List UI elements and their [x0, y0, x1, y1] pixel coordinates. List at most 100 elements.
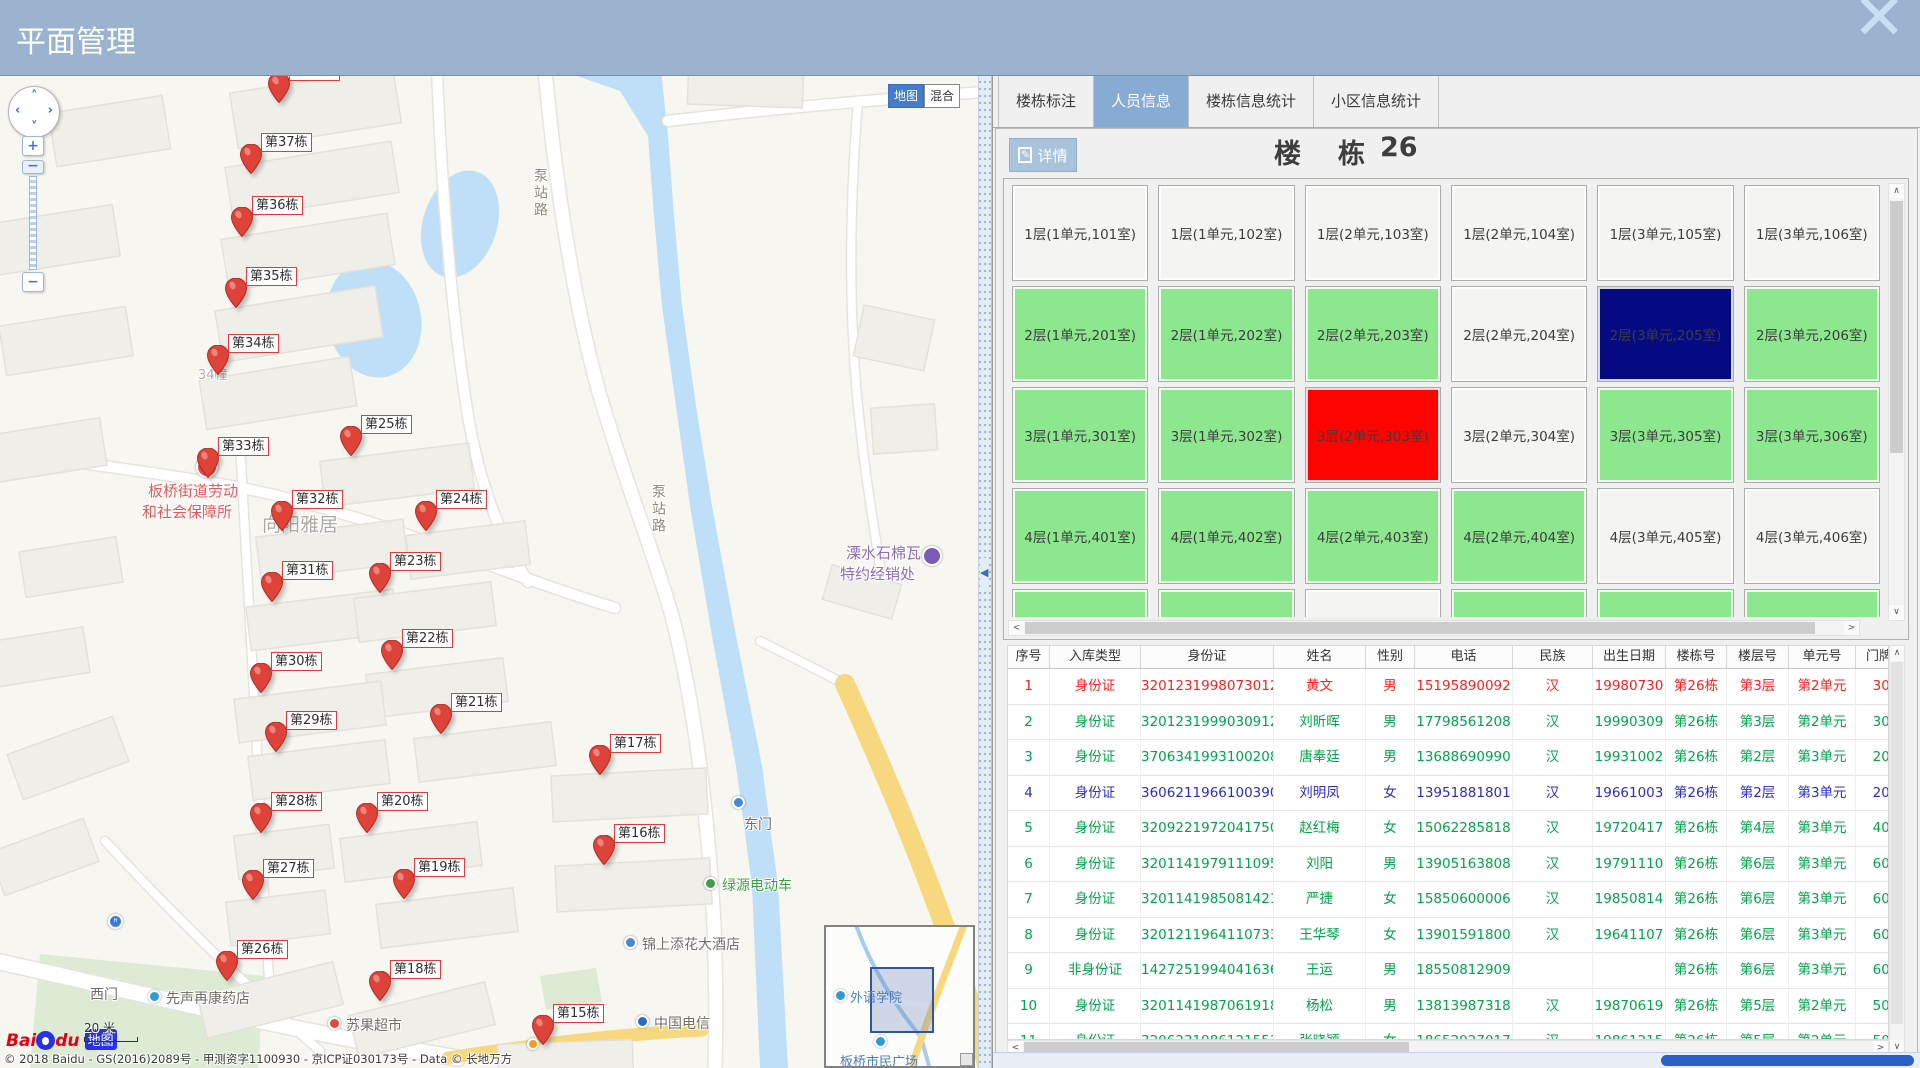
room-cell-5-1[interactable] — [1012, 589, 1148, 617]
room-cell-2-4[interactable]: 2层(2单元,204室) — [1451, 286, 1587, 382]
window-hscroll-thumb[interactable] — [1661, 1055, 1914, 1066]
room-cell-1-2[interactable]: 1层(1单元,102室) — [1158, 185, 1294, 281]
room-cell-4-4[interactable]: 4层(2单元,404室) — [1451, 488, 1587, 584]
building-pin-icon[interactable] — [216, 951, 238, 981]
room-grid-hscroll-thumb[interactable] — [1025, 622, 1815, 634]
close-icon[interactable]: ✕ — [1852, 0, 1906, 50]
building-pin-label[interactable]: 第23栋 — [390, 552, 441, 571]
room-cell-5-3[interactable] — [1305, 589, 1441, 617]
building-pin-label[interactable]: 第33栋 — [218, 437, 269, 456]
building-pin-label[interactable]: 第20栋 — [377, 792, 428, 811]
window-hscrollbar[interactable] — [993, 1052, 1920, 1068]
building-pin-label[interactable]: 第26栋 — [237, 940, 288, 959]
table-row-10[interactable]: 10身份证32011419870619181X杨松男13813987318汉19… — [1008, 989, 1889, 1025]
building-pin-label[interactable]: 第15栋 — [553, 1004, 604, 1023]
tab-2[interactable]: 楼栋信息统计 — [1189, 76, 1314, 127]
room-cell-1-6[interactable]: 1层(3单元,106室) — [1744, 185, 1880, 281]
room-cell-4-3[interactable]: 4层(2单元,403室) — [1305, 488, 1441, 584]
building-pin-icon[interactable] — [261, 572, 283, 602]
building-pin-icon[interactable] — [430, 704, 452, 734]
building-pin-icon[interactable] — [589, 745, 611, 775]
room-cell-2-6[interactable]: 2层(3单元,206室) — [1744, 286, 1880, 382]
building-pin-label[interactable]: 第34栋 — [228, 334, 279, 353]
building-pin-label[interactable]: 第17栋 — [610, 734, 661, 753]
building-pin-icon[interactable] — [381, 640, 403, 670]
minimap-toggle-button[interactable] — [960, 1053, 973, 1066]
building-pin-icon[interactable] — [207, 345, 229, 375]
building-pin-icon[interactable] — [197, 448, 219, 478]
table-row-4[interactable]: 4身份证360621196610039046刘明凤女13951881801汉19… — [1008, 776, 1889, 812]
building-pin-icon[interactable] — [225, 278, 247, 308]
building-pin-icon[interactable] — [356, 803, 378, 833]
building-pin-label[interactable]: 第36栋 — [252, 196, 303, 215]
building-pin-label[interactable]: 第16栋 — [614, 824, 665, 843]
room-cell-3-5[interactable]: 3层(3单元,305室) — [1597, 387, 1733, 483]
tab-0[interactable]: 楼栋标注 — [998, 76, 1094, 127]
room-cell-2-3[interactable]: 2层(2单元,203室) — [1305, 286, 1441, 382]
room-cell-3-4[interactable]: 3层(2单元,304室) — [1451, 387, 1587, 483]
building-pin-icon[interactable] — [250, 663, 272, 693]
building-pin-icon[interactable] — [242, 870, 264, 900]
room-cell-3-2[interactable]: 3层(1单元,302室) — [1158, 387, 1294, 483]
map-canvas[interactable]: ★板桥街道劳动和社会保障所向阳雅居溧水石棉瓦特约经销处泵站路泵站路东门绿源电动车… — [0, 76, 978, 1068]
building-pin-label[interactable]: 第21栋 — [451, 693, 502, 712]
table-row-5[interactable]: 5身份证320922197204175026赵红梅女15062285818汉19… — [1008, 811, 1889, 847]
pan-down-icon[interactable]: ˅ — [31, 120, 38, 135]
building-pin-label[interactable]: 第25栋 — [361, 415, 412, 434]
building-pin-label[interactable]: 第24栋 — [436, 490, 487, 509]
map-pan-control[interactable]: ˄ ˅ ‹ › — [8, 86, 60, 138]
table-row-11[interactable]: 11身份证320623198612155328张晓颖女18652927017汉1… — [1008, 1024, 1889, 1039]
room-cell-4-6[interactable]: 4层(3单元,406室) — [1744, 488, 1880, 584]
detail-button[interactable]: ✎ 详情 — [1009, 138, 1077, 172]
collapse-panel-icon[interactable]: ◀ — [980, 558, 988, 587]
minimap[interactable]: 外语学院板桥市民广场 — [824, 925, 975, 1068]
building-pin-icon[interactable] — [593, 835, 615, 865]
table-row-2[interactable]: 2身份证320123199903091210刘昕晖男17798561208汉19… — [1008, 705, 1889, 741]
scroll-up-icon[interactable]: ∧ — [1890, 646, 1904, 661]
room-grid-vscroll-thumb[interactable] — [1890, 201, 1903, 453]
building-pin-icon[interactable] — [250, 803, 272, 833]
pan-left-icon[interactable]: ‹ — [15, 103, 20, 118]
building-pin-icon[interactable] — [532, 1015, 554, 1045]
building-pin-label[interactable]: 第31栋 — [282, 561, 333, 580]
table-row-7[interactable]: 7身份证320114198508142128严捷女15850600006汉198… — [1008, 882, 1889, 918]
table-row-3[interactable]: 3身份证370634199310020818唐奉廷男13688690990汉19… — [1008, 740, 1889, 776]
scroll-down-icon[interactable]: ∨ — [1889, 605, 1904, 620]
building-pin-label[interactable]: 第29栋 — [286, 711, 337, 730]
table-row-9[interactable]: 9非身份证142725199404163615王运男18550812909第26… — [1008, 953, 1889, 989]
tab-3[interactable]: 小区信息统计 — [1314, 76, 1439, 127]
room-cell-5-2[interactable] — [1158, 589, 1294, 617]
building-pin-label[interactable]: 第22栋 — [402, 629, 453, 648]
table-row-1[interactable]: 1身份证320123199807301214黄文男15195890092汉199… — [1008, 669, 1889, 705]
building-pin-icon[interactable] — [265, 722, 287, 752]
room-cell-5-6[interactable] — [1744, 589, 1880, 617]
room-cell-4-1[interactable]: 4层(1单元,401室) — [1012, 488, 1148, 584]
building-pin-label[interactable]: 第35栋 — [246, 267, 297, 286]
pan-right-icon[interactable]: › — [48, 103, 53, 118]
building-pin-label[interactable]: 第38栋 — [289, 76, 340, 81]
room-cell-4-2[interactable]: 4层(1单元,402室) — [1158, 488, 1294, 584]
room-cell-5-5[interactable] — [1597, 589, 1733, 617]
zoom-slider-track[interactable] — [29, 176, 37, 270]
building-pin-icon[interactable] — [369, 563, 391, 593]
scroll-right-icon[interactable]: > — [1844, 621, 1859, 635]
building-pin-label[interactable]: 第28栋 — [271, 792, 322, 811]
building-pin-label[interactable]: 第32栋 — [292, 490, 343, 509]
person-table-vscroll-thumb[interactable] — [1891, 662, 1903, 1024]
building-pin-icon[interactable] — [415, 501, 437, 531]
room-cell-2-1[interactable]: 2层(1单元,201室) — [1012, 286, 1148, 382]
room-cell-1-4[interactable]: 1层(2单元,104室) — [1451, 185, 1587, 281]
zoom-out-button[interactable]: − — [22, 272, 44, 292]
tab-1[interactable]: 人员信息 — [1094, 76, 1189, 127]
room-cell-2-2[interactable]: 2层(1单元,202室) — [1158, 286, 1294, 382]
building-pin-label[interactable]: 第19栋 — [414, 858, 465, 877]
building-pin-icon[interactable] — [268, 76, 290, 103]
building-pin-icon[interactable] — [369, 971, 391, 1001]
room-cell-3-1[interactable]: 3层(1单元,301室) — [1012, 387, 1148, 483]
building-pin-label[interactable]: 第30栋 — [271, 652, 322, 671]
room-cell-1-3[interactable]: 1层(2单元,103室) — [1305, 185, 1441, 281]
room-cell-4-5[interactable]: 4层(3单元,405室) — [1597, 488, 1733, 584]
room-cell-5-4[interactable] — [1451, 589, 1587, 617]
building-pin-icon[interactable] — [240, 144, 262, 174]
panel-splitter[interactable]: ◀ — [978, 76, 992, 1068]
